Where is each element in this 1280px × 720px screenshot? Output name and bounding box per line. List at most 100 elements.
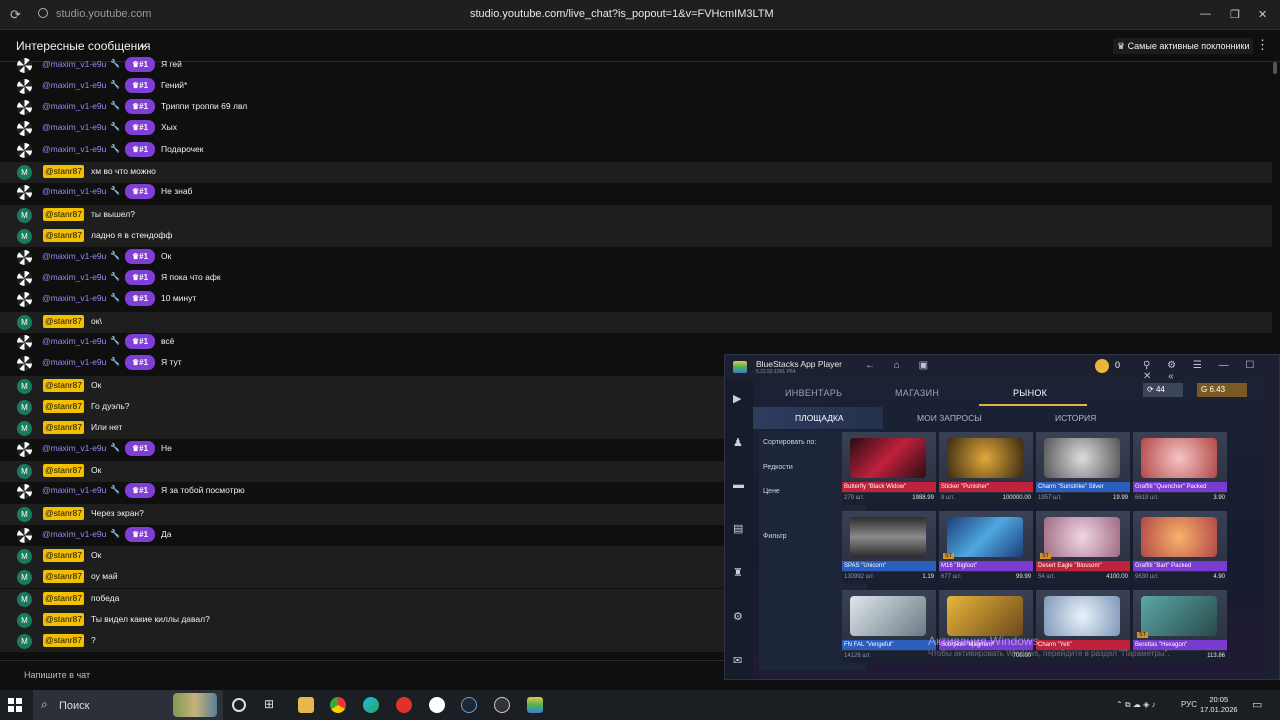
- tab-history[interactable]: ИСТОРИЯ: [1055, 413, 1096, 423]
- chrome-icon[interactable]: [330, 697, 346, 713]
- message-author[interactable]: @maxim_v1-e9u: [42, 251, 106, 261]
- message-author[interactable]: @stanr87: [43, 549, 84, 562]
- market-item-card[interactable]: ST Desert Eagle "Blossom" 54 шт. 4100.00: [1036, 511, 1130, 584]
- market-item-card[interactable]: Graffiti "Quencher" Packed 6619 шт. 3.90: [1133, 432, 1227, 505]
- chat-message[interactable]: @maxim_v1-e9u 🔧 ♛#1 Не знаб: [0, 182, 1272, 203]
- avatar[interactable]: M: [17, 421, 32, 436]
- edge-icon[interactable]: [363, 697, 379, 713]
- chat-message[interactable]: @maxim_v1-e9u 🔧 ♛#1 Я гей: [0, 56, 1272, 76]
- tab-shop[interactable]: МАГАЗИН: [895, 388, 939, 398]
- avatar[interactable]: [17, 271, 32, 286]
- notification-icon[interactable]: ▭: [1252, 698, 1262, 711]
- minimize-icon[interactable]: —: [1200, 8, 1211, 20]
- message-author[interactable]: @maxim_v1-e9u: [42, 336, 106, 346]
- message-author[interactable]: @stanr87: [43, 165, 84, 178]
- filter-button[interactable]: Фильтр: [763, 533, 787, 540]
- message-author[interactable]: @maxim_v1-e9u: [42, 357, 106, 367]
- balance-silver[interactable]: ⟳ 44: [1143, 383, 1183, 397]
- market-item-card[interactable]: ST M16 "Bigfoot" 677 шт. 99.99: [939, 511, 1033, 584]
- market-item-card[interactable]: Graffiti "Bart" Packed 9630 шт. 4.90: [1133, 511, 1227, 584]
- message-author[interactable]: @maxim_v1-e9u: [42, 293, 106, 303]
- avatar[interactable]: M: [17, 613, 32, 628]
- profile-icon[interactable]: ♟: [733, 437, 745, 449]
- message-author[interactable]: @maxim_v1-e9u: [42, 186, 106, 196]
- chat-message[interactable]: M @stanr87 ты вышел?: [0, 205, 1272, 226]
- market-item-card[interactable]: Charm "Sunstrike" Silver 1957 шт. 19.99: [1036, 432, 1130, 505]
- avatar[interactable]: M: [17, 315, 32, 330]
- message-author[interactable]: @stanr87: [43, 400, 84, 413]
- gun-icon[interactable]: ▬: [733, 479, 745, 491]
- mail-icon[interactable]: ✉: [733, 655, 745, 667]
- message-author[interactable]: @stanr87: [43, 208, 84, 221]
- yandex-icon[interactable]: [396, 697, 412, 713]
- tray-icons[interactable]: ⌃ ⧉ ☁ ◈ ♪: [1116, 700, 1155, 710]
- avatar[interactable]: [17, 143, 32, 158]
- bluestacks-right-sidebar[interactable]: [1264, 379, 1279, 679]
- avatar[interactable]: [17, 356, 32, 371]
- maximize-icon[interactable]: ❐: [1230, 8, 1240, 21]
- chat-message[interactable]: @maxim_v1-e9u 🔧 ♛#1 Ок: [0, 247, 1272, 268]
- chat-message[interactable]: M @stanr87 ладно я в стендофф: [0, 226, 1272, 247]
- message-author[interactable]: @stanr87: [43, 570, 84, 583]
- url-host[interactable]: studio.youtube.com: [56, 8, 151, 20]
- avatar[interactable]: [17, 79, 32, 94]
- language-indicator[interactable]: РУС: [1181, 700, 1197, 709]
- avatar[interactable]: [17, 528, 32, 543]
- message-author[interactable]: @maxim_v1-e9u: [42, 485, 106, 495]
- tab-market[interactable]: РЫНОК: [1013, 388, 1047, 398]
- avatar[interactable]: M: [17, 379, 32, 394]
- settings-icon[interactable]: ⚙: [733, 611, 745, 623]
- message-author[interactable]: @maxim_v1-e9u: [42, 101, 106, 111]
- avatar[interactable]: [17, 58, 32, 73]
- steam-icon[interactable]: [461, 697, 477, 713]
- message-author[interactable]: @maxim_v1-e9u: [42, 59, 106, 69]
- chat-message[interactable]: M @stanr87 ок\: [0, 312, 1272, 333]
- chevron-down-icon[interactable]: ⌄: [138, 37, 148, 51]
- file-explorer-icon[interactable]: [298, 697, 314, 713]
- tab-my-requests[interactable]: МОИ ЗАПРОСЫ: [917, 413, 982, 423]
- obs-icon[interactable]: [494, 697, 510, 713]
- avatar[interactable]: [17, 335, 32, 350]
- avatar[interactable]: M: [17, 549, 32, 564]
- site-info-icon[interactable]: [38, 8, 48, 18]
- avatar[interactable]: [17, 442, 32, 457]
- market-item-card[interactable]: FN FAL "Vengeful" 14126 шт.: [842, 590, 936, 663]
- url-text[interactable]: studio.youtube.com/live_chat?is_popout=1…: [470, 8, 774, 20]
- chat-message[interactable]: M @stanr87 хм во что можно: [0, 162, 1272, 183]
- chat-input[interactable]: Напишите в чат: [24, 670, 90, 680]
- sort-rarity[interactable]: Редкости: [763, 464, 793, 471]
- avatar[interactable]: M: [17, 229, 32, 244]
- tab-inventory[interactable]: ИНВЕНТАРЬ: [785, 388, 842, 398]
- avatar[interactable]: M: [17, 208, 32, 223]
- message-author[interactable]: @maxim_v1-e9u: [42, 529, 106, 539]
- avatar[interactable]: M: [17, 464, 32, 479]
- team-icon[interactable]: ♜: [733, 567, 745, 579]
- message-author[interactable]: @maxim_v1-e9u: [42, 122, 106, 132]
- balance-gold[interactable]: G 6.43: [1197, 383, 1247, 397]
- taskbar-search[interactable]: ⌕ Поиск: [33, 690, 223, 720]
- chat-message[interactable]: @maxim_v1-e9u 🔧 ♛#1 Триппи троппи 69 лвл: [0, 97, 1272, 118]
- windows-start-icon[interactable]: [8, 698, 22, 712]
- avatar[interactable]: [17, 121, 32, 136]
- bluestacks-taskbar-icon[interactable]: [527, 697, 543, 713]
- sort-price[interactable]: Цене: [763, 488, 780, 495]
- message-author[interactable]: @maxim_v1-e9u: [42, 144, 106, 154]
- clock[interactable]: 20:05 17.01.2026: [1200, 695, 1238, 715]
- bluestacks-window[interactable]: BlueStacks App Player 5.22.50.1001 P64 ←…: [724, 354, 1280, 680]
- reload-icon[interactable]: ⟳: [10, 7, 21, 23]
- task-view-icon[interactable]: ⊞: [264, 697, 280, 713]
- avatar[interactable]: M: [17, 592, 32, 607]
- avatar[interactable]: M: [17, 165, 32, 180]
- yandex-browser-icon[interactable]: [429, 697, 445, 713]
- tab-marketplace[interactable]: ПЛОЩАДКА: [795, 413, 844, 423]
- chat-message[interactable]: @maxim_v1-e9u 🔧 ♛#1 Гений*: [0, 76, 1272, 97]
- chat-message[interactable]: @maxim_v1-e9u 🔧 ♛#1 Я пока что афк: [0, 268, 1272, 289]
- avatar[interactable]: [17, 292, 32, 307]
- top-fans-button[interactable]: ♛ Самые активные поклонники: [1113, 38, 1254, 54]
- close-icon[interactable]: ✕: [1258, 8, 1267, 21]
- message-author[interactable]: @stanr87: [43, 507, 84, 520]
- message-author[interactable]: @stanr87: [43, 315, 84, 328]
- market-item-card[interactable]: SPAS "Unicorn" 130992 шт. 1.19: [842, 511, 936, 584]
- inventory-icon[interactable]: ▤: [733, 523, 745, 535]
- chat-message[interactable]: @maxim_v1-e9u 🔧 ♛#1 Подарочек: [0, 140, 1272, 161]
